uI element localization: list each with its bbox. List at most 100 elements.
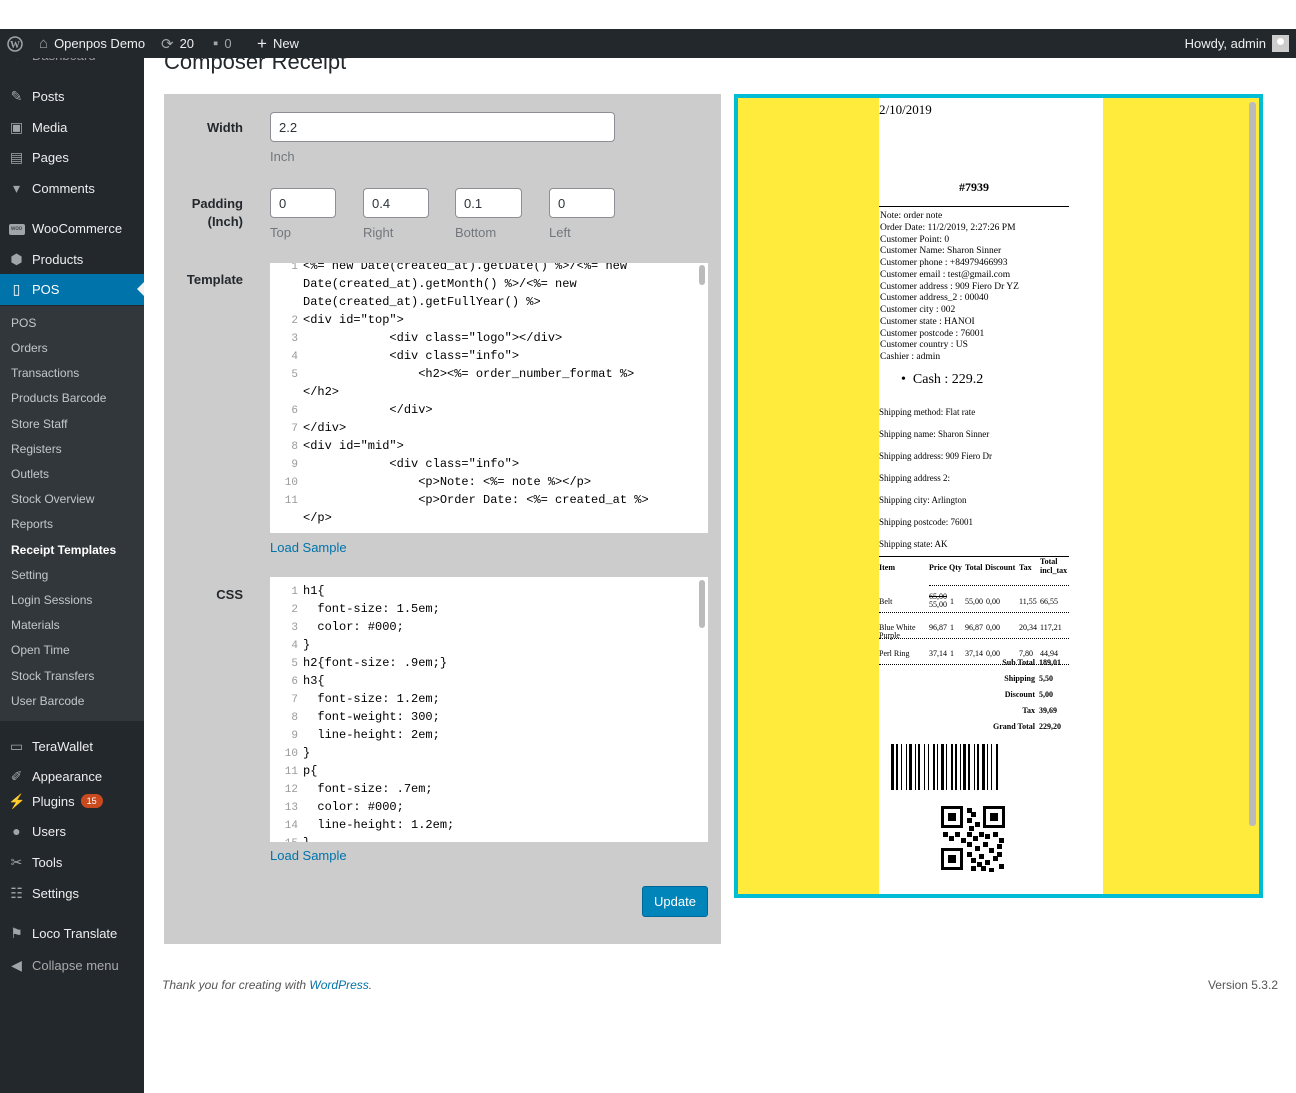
my-account-link[interactable]: Howdy, admin [1185, 29, 1289, 58]
wordpress-link[interactable]: WordPress [309, 978, 368, 992]
submenu-item-outlets[interactable]: Outlets [11, 467, 49, 481]
css-label: CSS [216, 587, 243, 602]
howdy-text: Howdy, admin [1184, 36, 1266, 51]
code-text: </div> [303, 403, 433, 417]
width-input[interactable] [270, 112, 615, 142]
padding-bottom-input[interactable] [455, 188, 522, 218]
css-load-sample-link[interactable]: Load Sample [270, 848, 347, 863]
submenu-item-transactions[interactable]: Transactions [11, 366, 79, 380]
template-label: Template [186, 272, 243, 287]
bullet-icon: • [901, 372, 906, 387]
submenu-item-pos[interactable]: POS [11, 316, 36, 330]
receipt-info-line: Customer state : HANOI [880, 316, 975, 327]
submenu-item-orders[interactable]: Orders [11, 341, 48, 355]
woo-icon: woo [8, 220, 25, 236]
sidebar-item-terawallet[interactable]: ▭ TeraWallet [0, 731, 144, 761]
code-text: <div class="info"> [303, 349, 520, 363]
receipt-info-line: Customer country : US [880, 340, 968, 351]
receipt-shipping-line: Shipping city: Arlington [879, 495, 967, 505]
site-name-link[interactable]: ⌂ Openpos Demo [39, 29, 145, 58]
footer-version: Version 5.3.2 [1207, 978, 1278, 992]
submenu-item-login-sessions[interactable]: Login Sessions [11, 593, 92, 607]
submenu-item-open-time[interactable]: Open Time [11, 643, 70, 657]
submenu-item-products-barcode[interactable]: Products Barcode [11, 391, 106, 405]
code-line: 5 <h2><%= order_number_format %> [270, 365, 634, 384]
code-line: 4 <div class="info"> [270, 347, 519, 366]
padding-bottom-label: Bottom [455, 225, 497, 240]
sidebar-item-pages[interactable]: ▤ Pages [0, 142, 144, 172]
sidebar-item-label: Posts [32, 88, 65, 104]
code-line: 6 </div> [270, 401, 433, 420]
update-button[interactable]: Update [642, 886, 708, 917]
submenu-item-setting[interactable]: Setting [11, 568, 48, 582]
submenu-item-stock-transfers[interactable]: Stock Transfers [11, 669, 94, 683]
sidebar-item-woocommerce[interactable]: woo WooCommerce [0, 213, 144, 243]
code-line: 8 <div id="mid"> [270, 437, 403, 456]
receipt-shipping-line: Shipping postcode: 76001 [879, 517, 973, 527]
avatar [1272, 35, 1289, 52]
submenu-item-reports[interactable]: Reports [11, 517, 53, 531]
code-text: } [303, 746, 311, 760]
submenu-item-receipt-templates[interactable]: Receipt Templates [11, 543, 116, 557]
submenu-item-stock-overview[interactable]: Stock Overview [11, 492, 94, 506]
sidebar-item-comments[interactable]: ▾ Comments [0, 173, 144, 203]
receipt-total-label: Tax [1022, 706, 1035, 715]
receipt-th-item: Item [879, 563, 895, 572]
receipt-row-total: 96,87 [965, 623, 983, 632]
padding-left-input[interactable] [549, 188, 615, 218]
receipt-info-line: Customer address : 909 Fiero Dr YZ [880, 281, 1019, 292]
code-text: <p>Note: <%= note %></p> [303, 475, 592, 489]
receipt-total-value: 189,01 [1039, 658, 1061, 667]
padding-right-input[interactable] [363, 188, 429, 218]
line-number: 11 [284, 766, 298, 778]
code-text: font-size: .7em; [303, 782, 433, 796]
submenu-item-materials[interactable]: Materials [11, 618, 60, 632]
css-code-editor[interactable]: 1 h1{2 font-size: 1.5em; 3 color: #000; 4} 5… [270, 577, 708, 842]
code-line: 3 <div class="logo"></div> [270, 329, 562, 348]
sidebar-item-tools[interactable]: ✂ Tools [0, 847, 144, 877]
sidebar-item-pos[interactable]: ▯ POS [0, 274, 144, 305]
submenu-item-user-barcode[interactable]: User Barcode [11, 694, 84, 708]
sidebar-item-label: Loco Translate [32, 925, 118, 941]
sidebar-item-users[interactable]: ● Users [0, 816, 144, 846]
sidebar-item-plugins[interactable]: ⚡ Plugins 15 [0, 786, 144, 816]
pages-icon: ▤ [9, 148, 24, 165]
collapse-menu-button[interactable]: ◀ Collapse menu [0, 950, 144, 980]
code-line: 10 <p>Note: <%= note %></p> [270, 473, 591, 492]
code-line: 11 p{ [270, 762, 318, 781]
sidebar-item-posts[interactable]: ✎ Posts [0, 81, 144, 111]
line-number: 7 [291, 694, 298, 706]
template-scrollbar[interactable] [699, 265, 705, 285]
receipt-table-header-rule [929, 585, 1069, 586]
submenu-item-registers[interactable]: Registers [11, 442, 62, 456]
template-code-editor[interactable]: 1 <%= new Date(created_at).getDate() %>/<… [270, 263, 708, 533]
code-line: 9 <div class="info"> [270, 455, 519, 474]
code-text: p{ [303, 764, 318, 778]
wordpress-logo-icon[interactable]: W [7, 29, 23, 58]
plugin-icon: ⚡ [8, 792, 26, 809]
code-text: font-size: 1.2em; [303, 692, 440, 706]
sidebar-item-media[interactable]: ▣ Media [0, 112, 144, 142]
receipt-row-qty: 1 [950, 649, 954, 658]
preview-scrollbar[interactable] [1249, 102, 1256, 826]
css-scrollbar[interactable] [699, 580, 705, 628]
code-line: 3 color: #000; [270, 618, 403, 637]
template-load-sample-link[interactable]: Load Sample [270, 540, 347, 555]
sidebar-item-label: Plugins [32, 793, 75, 809]
receipt-row-price: 55,00 [929, 600, 947, 609]
padding-top-input[interactable] [270, 188, 336, 218]
sidebar-item-loco-translate[interactable]: ⚑ Loco Translate [0, 918, 144, 948]
settings-icon: ☷ [10, 884, 23, 901]
code-text: </h2> [303, 385, 340, 399]
receipt-row-total: 55,00 [965, 597, 983, 606]
submenu-item-store-staff[interactable]: Store Staff [11, 417, 67, 431]
wallet-icon: ▭ [9, 737, 24, 754]
sidebar-item-settings[interactable]: ☷ Settings [0, 878, 144, 908]
sidebar-item-dashboard[interactable]: ◔Dashboard [0, 58, 144, 66]
receipt-form-panel: Width Inch Padding (Inch) Top Right Bott… [164, 94, 721, 944]
brush-icon: ✐ [10, 767, 23, 784]
code-text: Date(created_at).getMonth() %>/<%= new [303, 277, 577, 291]
receipt-row-total: 37,14 [965, 649, 983, 658]
sidebar-item-products[interactable]: ⬢ Products [0, 244, 144, 274]
line-number: 2 [291, 315, 298, 327]
